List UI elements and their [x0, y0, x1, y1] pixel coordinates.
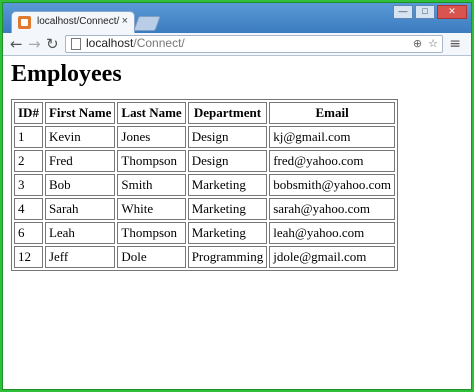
cell-department: Programming: [187, 246, 268, 268]
employees-table: ID# First Name Last Name Department Emai…: [11, 99, 398, 271]
new-tab-button[interactable]: [133, 16, 161, 31]
cell-last-name: Thompson: [117, 150, 186, 172]
cell-department: Design: [187, 150, 268, 172]
cell-last-name: Jones: [117, 126, 186, 148]
cell-email: kj@gmail.com: [269, 126, 395, 148]
address-tools: ⊕ ☆: [413, 37, 438, 50]
cell-id: 2: [14, 150, 43, 172]
address-bar[interactable]: localhost/Connect/ ⊕ ☆: [65, 35, 443, 53]
header-id: ID#: [14, 102, 43, 124]
cell-email: sarah@yahoo.com: [269, 198, 395, 220]
minimize-button[interactable]: —: [393, 5, 413, 19]
browser-toolbar: ← → ↻ localhost/Connect/ ⊕ ☆ ≡: [3, 33, 471, 56]
header-last-name: Last Name: [117, 102, 186, 124]
table-row: 6 Leah Thompson Marketing leah@yahoo.com: [14, 222, 395, 244]
tab-close-icon[interactable]: ×: [122, 15, 128, 27]
close-window-button[interactable]: ✕: [437, 5, 467, 19]
tab-title: localhost/Connect/: [37, 16, 120, 27]
browser-tab[interactable]: localhost/Connect/ ×: [11, 11, 135, 34]
cell-first-name: Kevin: [44, 126, 116, 148]
cell-id: 1: [14, 126, 43, 148]
window-controls: — □ ✕: [393, 5, 467, 19]
table-header-row: ID# First Name Last Name Department Emai…: [14, 102, 395, 124]
cell-department: Marketing: [187, 222, 268, 244]
page-title: Employees: [11, 61, 122, 87]
cell-first-name: Leah: [44, 222, 116, 244]
reload-icon[interactable]: ↻: [46, 35, 59, 53]
table-row: 3 Bob Smith Marketing bobsmith@yahoo.com: [14, 174, 395, 196]
zoom-icon[interactable]: ⊕: [413, 37, 422, 50]
cell-last-name: Dole: [117, 246, 186, 268]
cell-first-name: Sarah: [44, 198, 116, 220]
cell-department: Marketing: [187, 198, 268, 220]
cell-last-name: Thompson: [117, 222, 186, 244]
browser-tab-strip: localhost/Connect/ × — □ ✕: [3, 3, 471, 34]
page-icon: [71, 38, 81, 50]
arrow-left-icon[interactable]: ←: [10, 35, 23, 53]
header-email: Email: [269, 102, 395, 124]
cell-department: Marketing: [187, 174, 268, 196]
url-path: /Connect/: [133, 36, 185, 50]
maximize-button[interactable]: □: [415, 5, 435, 19]
cell-id: 6: [14, 222, 43, 244]
arrow-right-icon[interactable]: →: [28, 35, 41, 53]
favicon-icon: [18, 16, 31, 29]
table-row: 2 Fred Thompson Design fred@yahoo.com: [14, 150, 395, 172]
table-row: 12 Jeff Dole Programming jdole@gmail.com: [14, 246, 395, 268]
browser-window: localhost/Connect/ × — □ ✕ ← → ↻ localho…: [2, 2, 472, 390]
menu-icon[interactable]: ≡: [449, 36, 461, 52]
table-row: 1 Kevin Jones Design kj@gmail.com: [14, 126, 395, 148]
cell-email: leah@yahoo.com: [269, 222, 395, 244]
cell-email: jdole@gmail.com: [269, 246, 395, 268]
cell-id: 12: [14, 246, 43, 268]
cell-first-name: Bob: [44, 174, 116, 196]
cell-first-name: Jeff: [44, 246, 116, 268]
header-first-name: First Name: [44, 102, 116, 124]
table-row: 4 Sarah White Marketing sarah@yahoo.com: [14, 198, 395, 220]
cell-department: Design: [187, 126, 268, 148]
star-icon[interactable]: ☆: [428, 37, 438, 50]
cell-last-name: White: [117, 198, 186, 220]
cell-email: fred@yahoo.com: [269, 150, 395, 172]
cell-id: 3: [14, 174, 43, 196]
page-content: Employees ID# First Name Last Name Depar…: [3, 56, 471, 389]
cell-id: 4: [14, 198, 43, 220]
cell-email: bobsmith@yahoo.com: [269, 174, 395, 196]
url-host: localhost: [86, 36, 134, 50]
cell-first-name: Fred: [44, 150, 116, 172]
url-text: localhost/Connect/: [86, 36, 185, 50]
cell-last-name: Smith: [117, 174, 186, 196]
header-department: Department: [187, 102, 268, 124]
